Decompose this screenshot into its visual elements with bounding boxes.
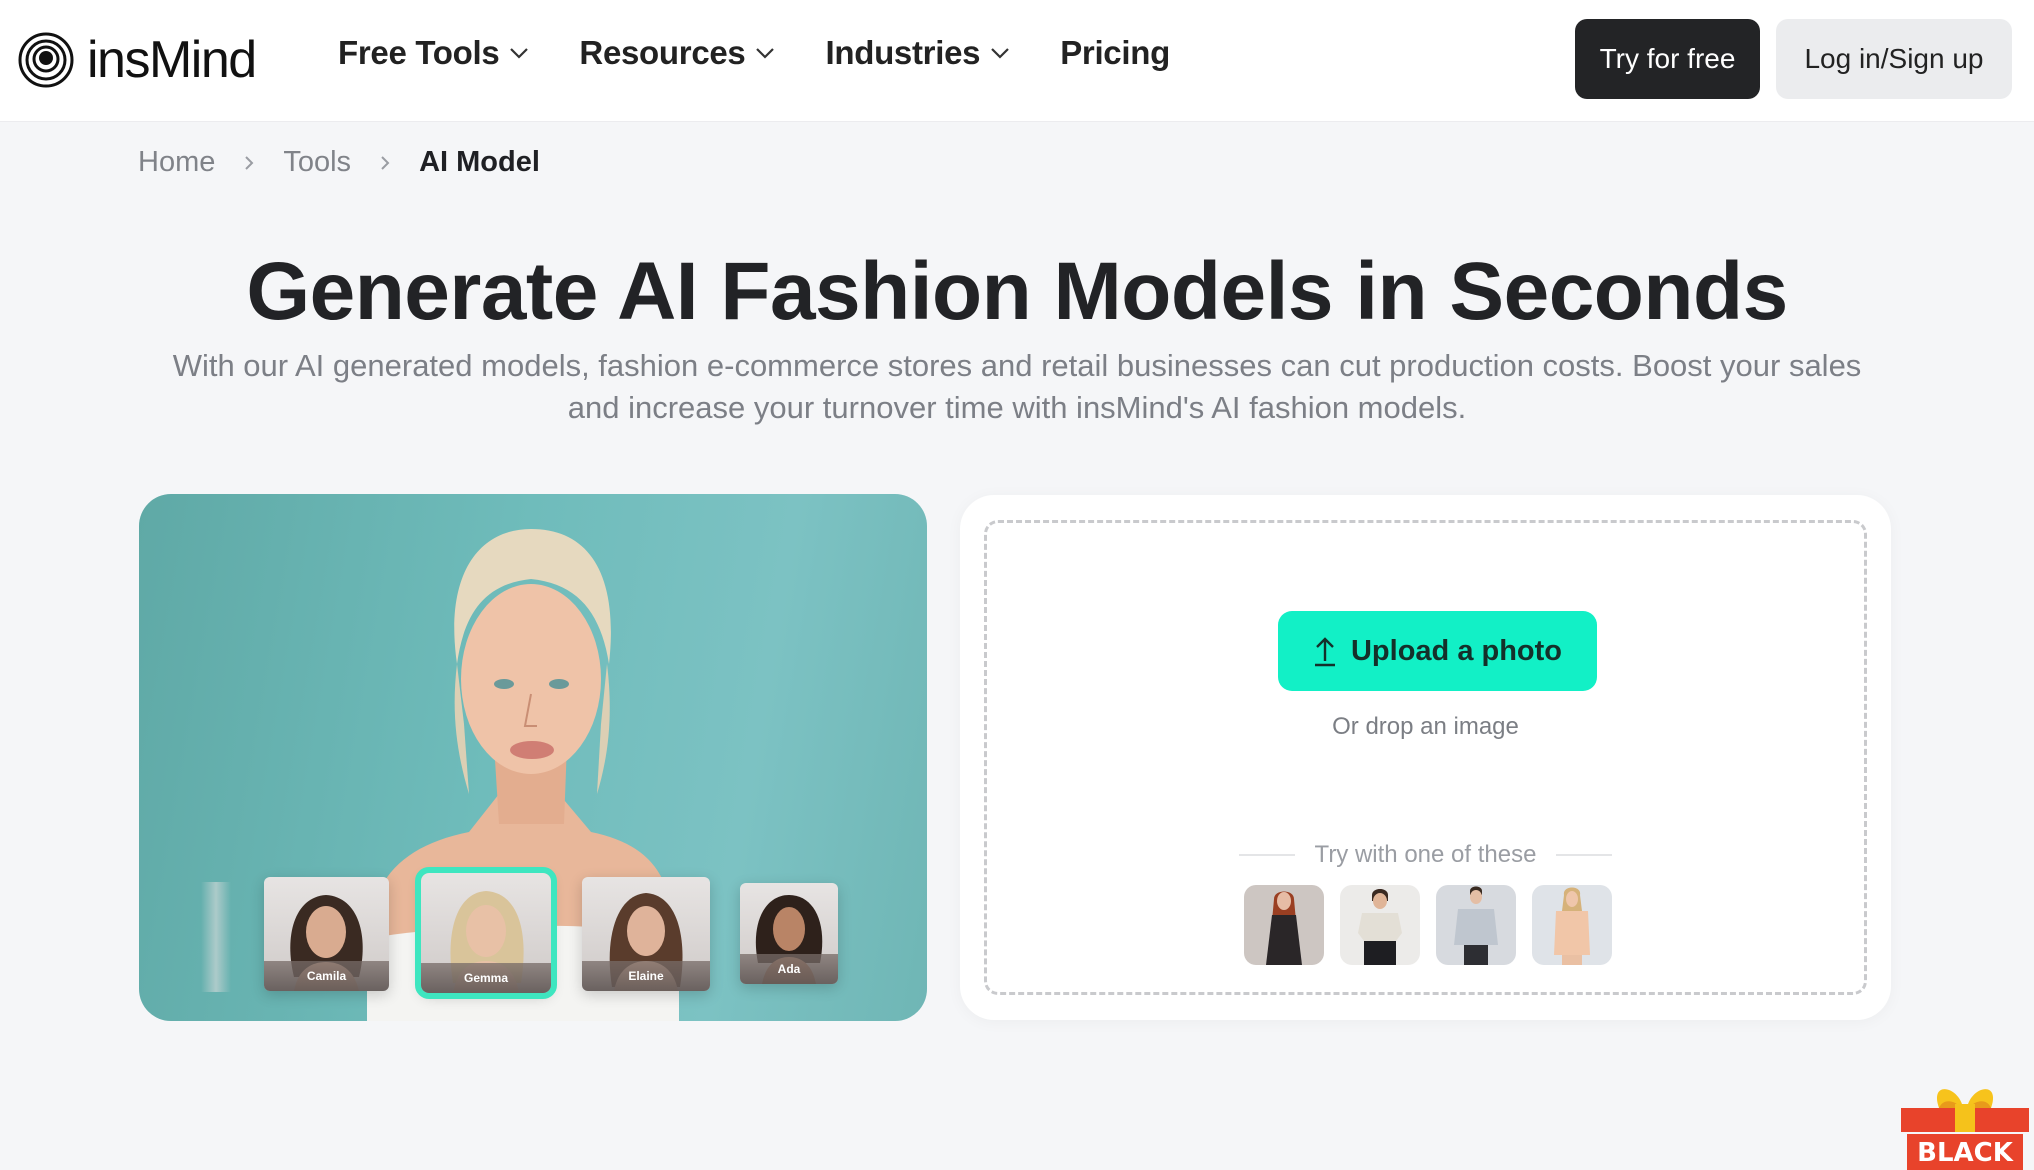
insmind-logo-icon (18, 32, 74, 88)
divider-line (1238, 854, 1295, 856)
try-samples-label: Try with one of these (987, 841, 1864, 869)
divider-line (1556, 854, 1613, 856)
nav-label: Pricing (1060, 34, 1170, 71)
try-for-free-button[interactable]: Try for free (1575, 19, 1760, 99)
model-thumbnail-ada[interactable]: Ada (740, 883, 838, 984)
page-title: Generate AI Fashion Models in Seconds (246, 246, 1788, 337)
model-thumbnail-gemma[interactable]: Gemma (415, 867, 557, 999)
logo[interactable]: insMind (17, 30, 257, 90)
model-name: Elaine (582, 961, 710, 991)
sample-photo-striped-tee (1340, 885, 1420, 965)
sample-image-2[interactable] (1340, 885, 1420, 965)
try-label-text: Try with one of these (1314, 841, 1537, 868)
sample-photo-red-hair-dress (1244, 885, 1324, 965)
image-dropzone[interactable]: Upload a photo Or drop an image Try with… (984, 520, 1867, 995)
upload-photo-button[interactable]: Upload a photo (1278, 611, 1597, 691)
drop-hint: Or drop an image (1332, 713, 1519, 740)
promo-label: BLACK (1917, 1138, 2013, 1168)
breadcrumb: Home Tools AI Model (138, 146, 540, 179)
model-name: Gemma (421, 963, 551, 993)
model-thumbnail-camila[interactable]: Camila (264, 877, 389, 991)
sample-image-3[interactable] (1436, 885, 1516, 965)
sample-image-1[interactable] (1244, 885, 1324, 965)
nav-pricing[interactable]: Pricing (1060, 34, 1170, 72)
sample-photo-grey-sweater (1436, 885, 1516, 965)
brand-name: insMind (87, 31, 257, 89)
sample-photo-peach-shirt (1532, 885, 1612, 965)
ai-model-showcase-image: Camila Gemma Elaine Ada (139, 494, 927, 1021)
chevron-down-icon (991, 48, 1009, 59)
page-subtitle: With our AI generated models, fashion e-… (172, 348, 1862, 425)
model-name: Ada (740, 954, 838, 984)
nav-label: Resources (579, 34, 746, 71)
breadcrumb-tools[interactable]: Tools (283, 146, 351, 179)
nav-resources[interactable]: Resources (579, 34, 775, 72)
chevron-right-icon (381, 155, 390, 170)
upload-arrow-icon (1314, 637, 1335, 667)
site-header: insMind Free Tools Resources Industries … (0, 0, 2034, 122)
main-nav: Free Tools Resources Industries Pricing (338, 34, 1220, 72)
model-name: Camila (264, 961, 389, 991)
login-signup-button[interactable]: Log in/Sign up (1776, 19, 2012, 99)
nav-industries[interactable]: Industries (825, 34, 1010, 72)
chevron-down-icon (756, 48, 775, 59)
black-friday-gift-badge[interactable]: BLACK (1899, 1078, 2031, 1170)
chevron-right-icon (245, 155, 254, 170)
sample-images (1244, 885, 1628, 965)
upload-card: Upload a photo Or drop an image Try with… (960, 495, 1891, 1020)
sample-image-4[interactable] (1532, 885, 1612, 965)
carousel-fade-edge (201, 882, 231, 992)
nav-free-tools[interactable]: Free Tools (338, 34, 529, 72)
upload-button-label: Upload a photo (1350, 634, 1563, 667)
chevron-down-icon (510, 48, 529, 59)
model-thumbnail-elaine[interactable]: Elaine (582, 877, 710, 991)
breadcrumb-home[interactable]: Home (138, 146, 215, 179)
nav-label: Free Tools (338, 34, 500, 71)
nav-label: Industries (825, 34, 981, 71)
breadcrumb-current: AI Model (419, 146, 540, 178)
